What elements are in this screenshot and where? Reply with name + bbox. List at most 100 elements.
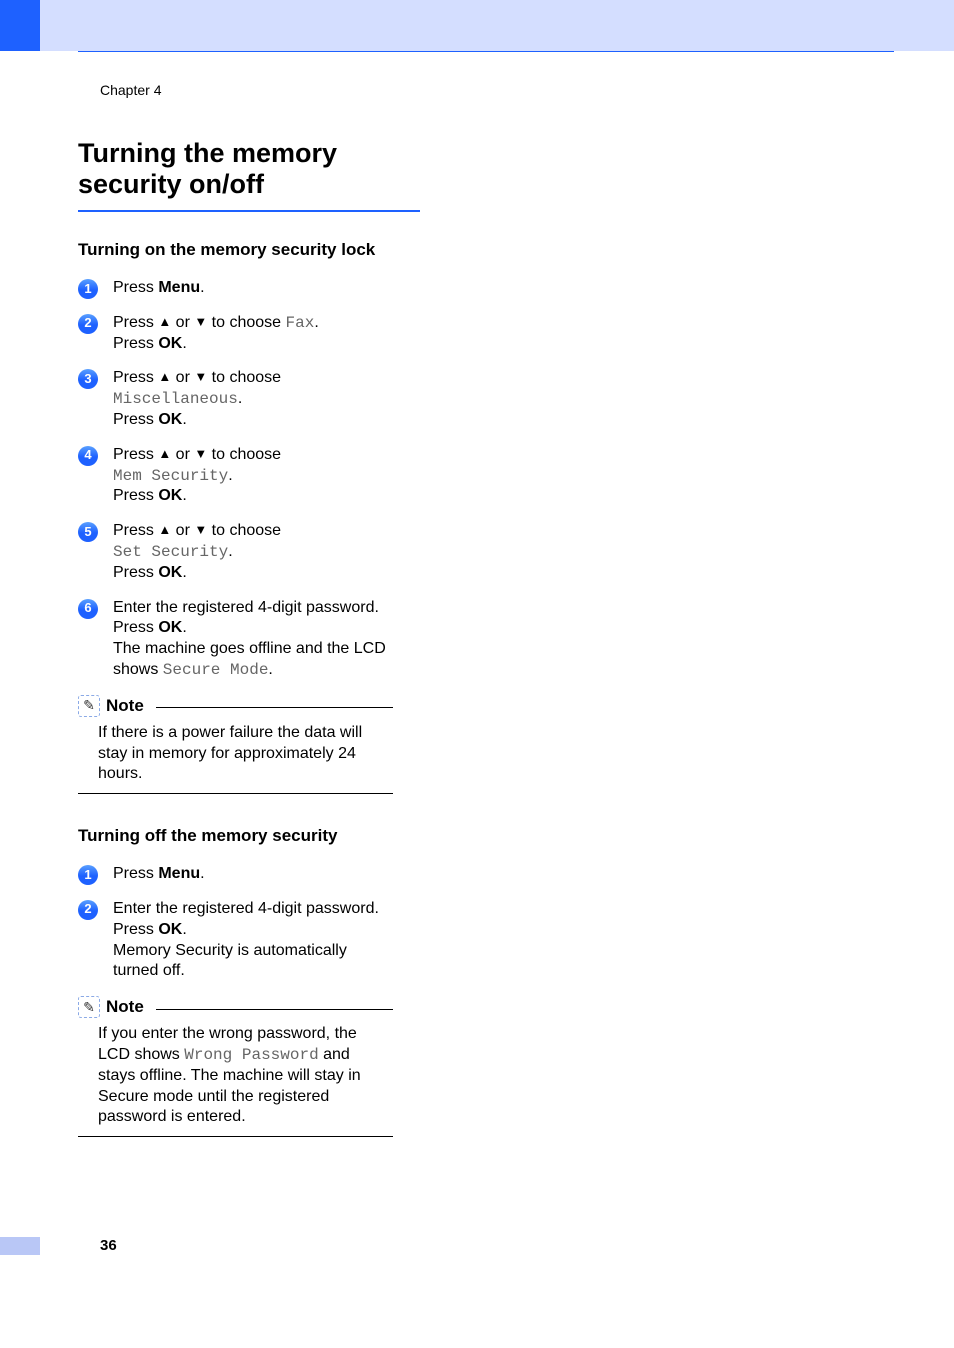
step-badge: 3: [78, 369, 98, 389]
header-bar: [0, 0, 954, 51]
step-text: to choose: [207, 446, 281, 463]
up-arrow-icon: ▲: [158, 369, 171, 386]
note-end-rule: [78, 1136, 393, 1137]
up-arrow-icon: ▲: [158, 522, 171, 539]
step-text: Press: [113, 619, 158, 636]
step-text: .: [200, 279, 204, 296]
step-text: Press: [113, 921, 158, 938]
subheading-on: Turning on the memory security lock: [78, 240, 393, 260]
ok-key: OK: [158, 619, 182, 636]
note-header: ✎ Note: [78, 695, 393, 717]
step-on-4: 4 Press ▲ or ▼ to choose Mem Security. P…: [78, 445, 393, 507]
lcd-text: Mem Security: [113, 467, 228, 485]
step-text: or: [171, 369, 194, 386]
subheading-off: Turning off the memory security: [78, 826, 393, 846]
step-text: Press: [113, 522, 158, 539]
step-text: Press: [113, 411, 158, 428]
ok-key: OK: [158, 921, 182, 938]
step-text: Enter the registered 4-digit password.: [113, 900, 379, 917]
section-heading-block: Turning the memory security on/off: [78, 138, 420, 212]
step-text: .: [228, 543, 232, 560]
chapter-label: Chapter 4: [100, 82, 161, 98]
note-text: If there is a power failure the data wil…: [78, 723, 393, 785]
note-icon: ✎: [78, 695, 100, 717]
step-text: .: [182, 335, 186, 352]
step-text: to choose: [207, 314, 285, 331]
step-on-3: 3 Press ▲ or ▼ to choose Miscellaneous. …: [78, 368, 393, 430]
step-text: Press: [113, 487, 158, 504]
header-accent: [0, 0, 40, 51]
note-header: ✎ Note: [78, 996, 393, 1018]
up-arrow-icon: ▲: [158, 314, 171, 331]
step-badge: 2: [78, 314, 98, 334]
step-on-6: 6 Enter the registered 4-digit password.…: [78, 598, 393, 681]
step-text: or: [171, 446, 194, 463]
step-text: .: [182, 564, 186, 581]
ok-key: OK: [158, 564, 182, 581]
note-text: If you enter the wrong password, the LCD…: [78, 1024, 393, 1128]
note-block-on: ✎ Note If there is a power failure the d…: [78, 695, 393, 794]
step-on-1: 1 Press Menu.: [78, 278, 393, 299]
content-column: Turning on the memory security lock 1 Pr…: [78, 240, 393, 1141]
step-text: .: [314, 314, 318, 331]
step-on-5: 5 Press ▲ or ▼ to choose Set Security. P…: [78, 521, 393, 583]
note-block-off: ✎ Note If you enter the wrong password, …: [78, 996, 393, 1137]
footer-accent: [0, 1237, 40, 1255]
note-title: Note: [106, 696, 144, 716]
step-badge: 6: [78, 599, 98, 619]
note-title: Note: [106, 997, 144, 1017]
step-on-2: 2 Press ▲ or ▼ to choose Fax. Press OK.: [78, 313, 393, 355]
down-arrow-icon: ▼: [194, 522, 207, 539]
step-text: Press: [113, 369, 158, 386]
step-text: to choose: [207, 369, 281, 386]
step-text: Press: [113, 279, 158, 296]
step-off-1: 1 Press Menu.: [78, 864, 393, 885]
step-text: Press: [113, 865, 158, 882]
lcd-text: Fax: [286, 314, 315, 332]
ok-key: OK: [158, 335, 182, 352]
menu-key: Menu: [158, 865, 200, 882]
down-arrow-icon: ▼: [194, 446, 207, 463]
note-end-rule: [78, 793, 393, 794]
step-text: Memory Security is automatically turned …: [113, 942, 347, 980]
step-text: .: [200, 865, 204, 882]
step-text: .: [238, 390, 242, 407]
lcd-text: Secure Mode: [163, 661, 269, 679]
note-rule: [156, 1009, 393, 1010]
up-arrow-icon: ▲: [158, 446, 171, 463]
lcd-text: Wrong Password: [184, 1046, 318, 1064]
page: Chapter 4 Turning the memory security on…: [0, 0, 954, 1348]
step-text: .: [182, 411, 186, 428]
step-badge: 2: [78, 900, 98, 920]
step-text: .: [228, 467, 232, 484]
ok-key: OK: [158, 487, 182, 504]
step-text: .: [182, 619, 186, 636]
step-text: or: [171, 522, 194, 539]
step-off-2: 2 Enter the registered 4-digit password.…: [78, 899, 393, 982]
down-arrow-icon: ▼: [194, 369, 207, 386]
section-heading: Turning the memory security on/off: [78, 138, 420, 200]
step-text: Press: [113, 335, 158, 352]
down-arrow-icon: ▼: [194, 314, 207, 331]
step-text: .: [182, 921, 186, 938]
heading-rule: [78, 210, 420, 212]
step-text: Enter the registered 4-digit password.: [113, 599, 379, 616]
note-rule: [156, 707, 393, 708]
step-badge: 5: [78, 522, 98, 542]
step-text: to choose: [207, 522, 281, 539]
step-text: Press: [113, 564, 158, 581]
step-text: or: [171, 314, 194, 331]
lcd-text: Set Security: [113, 543, 228, 561]
page-number: 36: [100, 1237, 117, 1254]
step-text: Press: [113, 446, 158, 463]
step-text: .: [268, 661, 272, 678]
ok-key: OK: [158, 411, 182, 428]
step-text: Press: [113, 314, 158, 331]
step-badge: 4: [78, 446, 98, 466]
step-badge: 1: [78, 279, 98, 299]
note-icon: ✎: [78, 996, 100, 1018]
lcd-text: Miscellaneous: [113, 390, 238, 408]
step-text: .: [182, 487, 186, 504]
step-badge: 1: [78, 865, 98, 885]
menu-key: Menu: [158, 279, 200, 296]
